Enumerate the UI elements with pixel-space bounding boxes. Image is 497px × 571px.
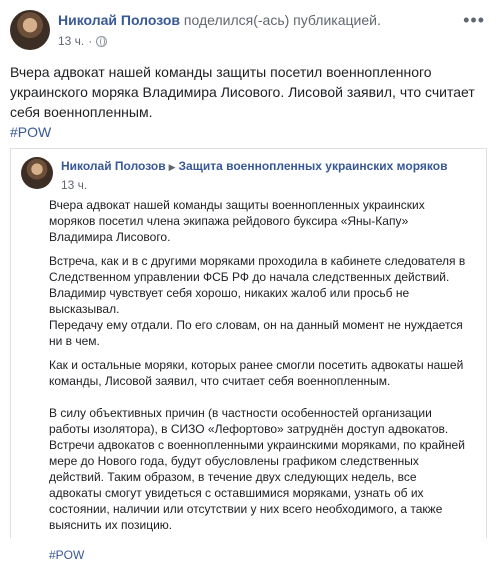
avatar[interactable] bbox=[10, 10, 50, 50]
header-line: Николай Полозов поделился(-ась) публикац… bbox=[58, 12, 381, 28]
shared-action-text: поделился(-ась) публикацией. bbox=[180, 12, 381, 28]
post-header: Николай Полозов поделился(-ась) публикац… bbox=[10, 10, 487, 54]
hashtag-link[interactable]: #POW bbox=[10, 124, 51, 140]
more-dots-icon[interactable]: ••• bbox=[463, 10, 485, 31]
paragraph: Как и остальные моряки, которых ранее см… bbox=[49, 358, 464, 388]
timestamp[interactable]: 13 ч. bbox=[58, 34, 84, 48]
dot-separator: · bbox=[88, 34, 93, 48]
group-link[interactable]: Защита военнопленных украинских моряков bbox=[179, 159, 448, 173]
post-text: Вчера адвокат нашей команды защиты посет… bbox=[10, 64, 475, 120]
triangle-right-icon: ▶ bbox=[168, 162, 176, 172]
hashtag-link[interactable]: #POW bbox=[49, 547, 469, 563]
post-meta: 13 ч. · bbox=[58, 34, 108, 48]
shared-body: Вчера адвокат нашей команды защиты военн… bbox=[49, 197, 469, 571]
shared-author-link[interactable]: Николай Полозов bbox=[61, 159, 166, 173]
paragraph: Передачу ему отдали. По его словам, он н… bbox=[49, 318, 463, 348]
author-link[interactable]: Николай Полозов bbox=[58, 12, 180, 28]
shared-timestamp[interactable]: 13 ч. bbox=[61, 178, 87, 192]
shared-post-header: Николай Полозов ▶ Защита военнопленных укр… bbox=[21, 157, 476, 193]
avatar[interactable] bbox=[21, 157, 53, 189]
paragraph: В силу объективных причин (в частности о… bbox=[49, 406, 465, 532]
globe-icon bbox=[96, 35, 108, 47]
paragraph: Вчера адвокат нашей команды защиты военн… bbox=[49, 198, 425, 244]
paragraph: Владимир чувствует себя хорошо, никаких … bbox=[49, 286, 410, 316]
shared-header-line: Николай Полозов ▶ Защита военнопленных укр… bbox=[61, 159, 447, 173]
paragraph: Встреча, как и в с другими моряками прох… bbox=[49, 254, 466, 284]
shared-post: Николай Полозов ▶ Защита военнопленных укр… bbox=[10, 148, 487, 562]
